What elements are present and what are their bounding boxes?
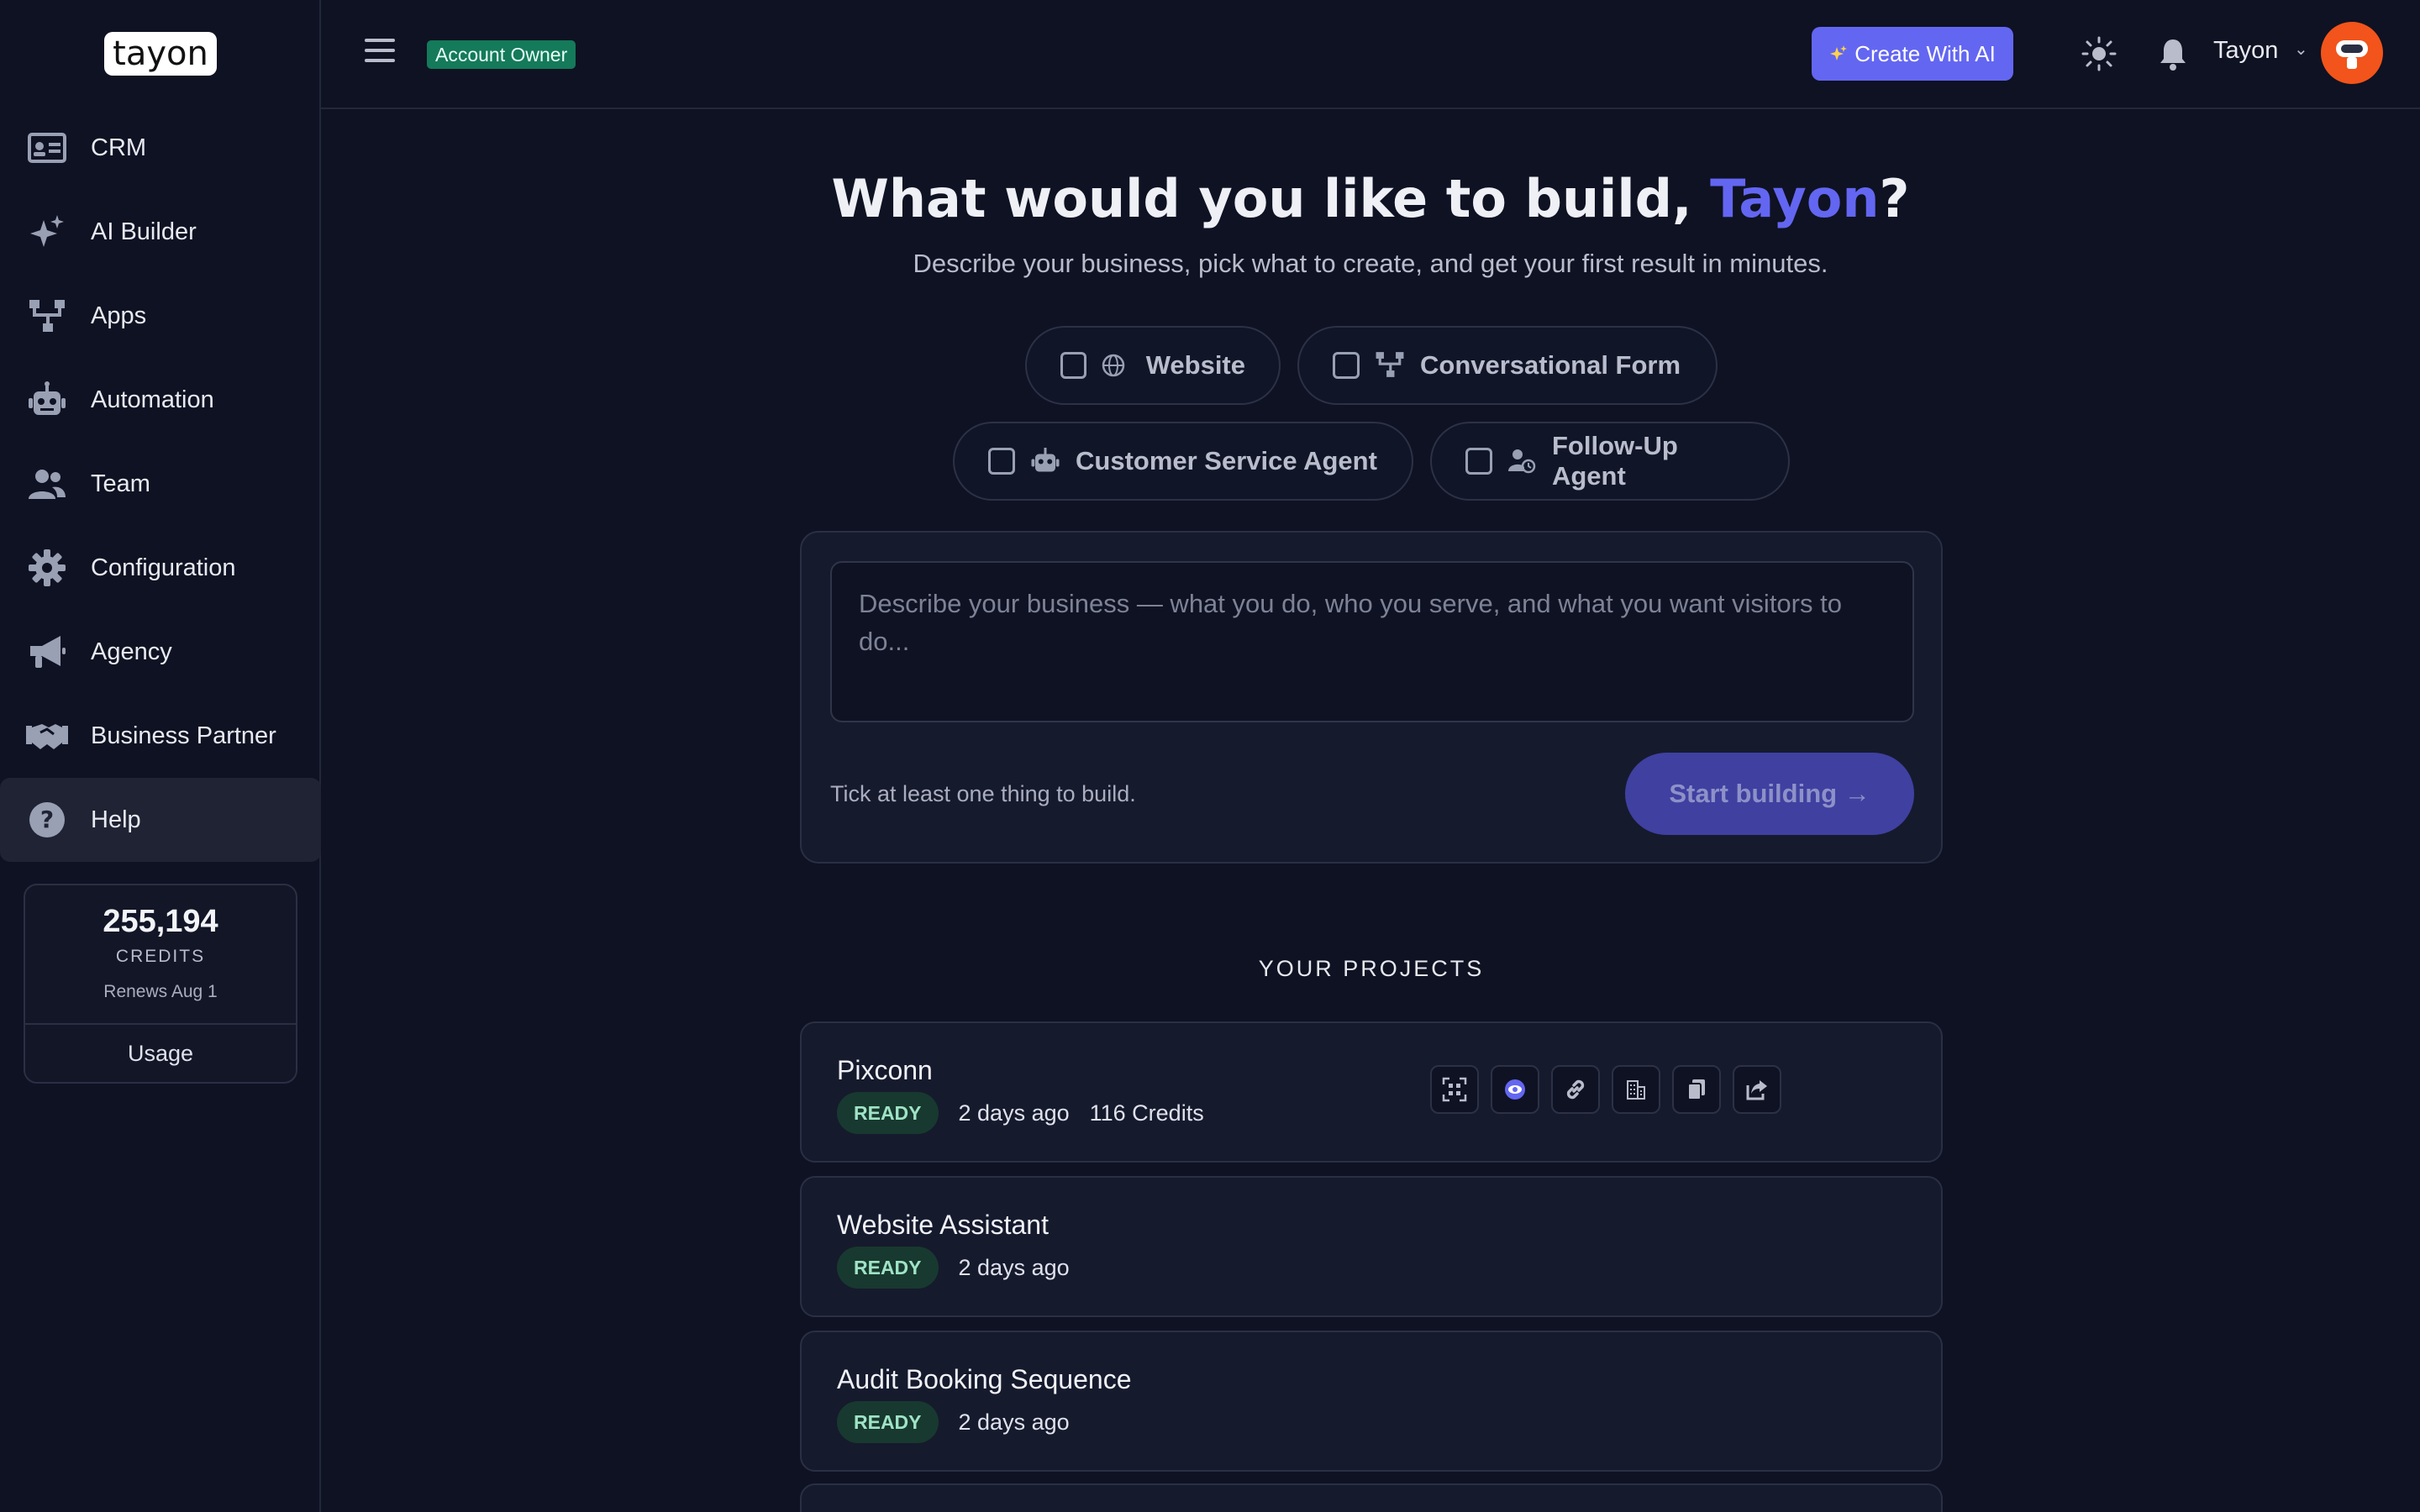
status-badge: READY <box>837 1092 939 1134</box>
sidebar-item-team[interactable]: Team <box>0 442 321 526</box>
role-badge: Account Owner <box>427 40 576 69</box>
project-updated: 2 days ago <box>958 1254 1070 1280</box>
credits-amount: 255,194 <box>103 904 218 939</box>
option-checkbox[interactable] <box>1465 448 1492 475</box>
user-menu-name[interactable]: Tayon <box>2213 37 2278 65</box>
notifications-bell-icon[interactable] <box>2154 35 2191 72</box>
project-card[interactable]: Pixconn READY 2 days ago 116 Credits <box>800 1021 1943 1163</box>
sidebar-item-label: Team <box>91 470 150 497</box>
page-subtitle: Describe your business, pick what to cre… <box>913 249 1828 278</box>
sidebar-item-label: Automation <box>91 386 214 413</box>
sitemap-icon <box>25 294 69 338</box>
sidebar-item-label: Business Partner <box>91 722 276 749</box>
id-card-icon <box>25 126 69 170</box>
status-badge: READY <box>837 1247 939 1289</box>
project-actions <box>1430 1065 1781 1114</box>
chevron-down-icon[interactable]: ⌄ <box>2294 39 2308 60</box>
credits-renewal: Renews Aug 1 <box>103 982 218 1001</box>
start-building-button[interactable]: Start building → <box>1625 753 1914 835</box>
user-clock-icon <box>1507 446 1537 476</box>
preview-eye-icon[interactable] <box>1491 1065 1539 1114</box>
robot-icon <box>1030 446 1060 476</box>
sidebar-item-automation[interactable]: Automation <box>0 358 321 442</box>
brand-logo[interactable]: tayon <box>104 32 217 76</box>
megaphone-icon <box>25 630 69 674</box>
page-title: What would you like to build, Tayon? <box>321 168 2420 229</box>
top-bar: Account Owner Create With AI Tayon ⌄ <box>321 0 2420 109</box>
qr-code-icon[interactable] <box>1430 1065 1479 1114</box>
building-icon[interactable] <box>1612 1065 1660 1114</box>
sidebar-item-label: AI Builder <box>91 218 197 245</box>
sidebar-item-business-partner[interactable]: Business Partner <box>0 694 321 778</box>
project-card[interactable] <box>800 1483 1943 1512</box>
option-label: Conversational Form <box>1420 350 1681 380</box>
prompt-card: Describe your business — what you do, wh… <box>800 531 1943 864</box>
status-badge: READY <box>837 1401 939 1443</box>
business-description-input[interactable]: Describe your business — what you do, wh… <box>830 561 1914 722</box>
usage-button[interactable]: Usage <box>25 1023 296 1082</box>
sidebar-item-ai-builder[interactable]: AI Builder <box>0 190 321 274</box>
option-label: Website <box>1145 350 1245 380</box>
credits-card: 255,194 CREDITS Renews Aug 1 Usage <box>24 884 297 1084</box>
sidebar-item-label: CRM <box>91 134 147 161</box>
option-customer-service-agent[interactable]: Customer Service Agent <box>953 422 1413 501</box>
globe-icon <box>1102 350 1131 381</box>
menu-toggle-icon[interactable] <box>365 39 398 67</box>
option-label: Follow-Up Agent <box>1551 431 1678 491</box>
gear-icon <box>25 546 69 590</box>
link-icon[interactable] <box>1551 1065 1600 1114</box>
title-prefix: What would you like to build, <box>831 168 1711 229</box>
title-suffix: ? <box>1879 168 1910 229</box>
sidebar: tayon CRM AI Builder Apps Automation Tea… <box>0 0 321 1512</box>
option-follow-up-agent[interactable]: Follow-Up Agent <box>1430 422 1790 501</box>
create-with-ai-button[interactable]: Create With AI <box>1812 27 2013 81</box>
handshake-icon <box>25 714 69 758</box>
credits-label: CREDITS <box>115 947 206 966</box>
option-conversational-form[interactable]: Conversational Form <box>1297 326 1718 405</box>
robot-icon <box>25 378 69 422</box>
project-updated: 2 days ago <box>958 1409 1070 1435</box>
option-checkbox[interactable] <box>988 448 1015 475</box>
project-meta: READY 2 days ago <box>837 1247 1070 1289</box>
option-website[interactable]: Website <box>1025 326 1281 405</box>
prompt-hint: Tick at least one thing to build. <box>830 781 1136 806</box>
sidebar-item-agency[interactable]: Agency <box>0 610 321 694</box>
title-user-name: Tayon <box>1710 168 1880 229</box>
option-checkbox[interactable] <box>1333 352 1360 379</box>
question-circle-icon: ? <box>25 798 69 842</box>
sparkles-icon <box>25 210 69 254</box>
create-with-ai-label: Create With AI <box>1854 40 1996 66</box>
copy-icon[interactable] <box>1672 1065 1721 1114</box>
sparkle-icon <box>1829 45 1848 63</box>
theme-toggle-sun-icon[interactable] <box>2081 35 2118 72</box>
users-icon <box>25 462 69 506</box>
project-name: Website Assistant <box>837 1210 1049 1240</box>
option-checkbox[interactable] <box>1060 352 1087 379</box>
sidebar-item-label: Configuration <box>91 554 236 581</box>
project-name: Pixconn <box>837 1055 933 1085</box>
project-card[interactable]: Website Assistant READY 2 days ago <box>800 1176 1943 1317</box>
project-credits: 116 Credits <box>1089 1100 1204 1126</box>
projects-section-title: YOUR PROJECTS <box>1258 956 1485 981</box>
sidebar-item-configuration[interactable]: Configuration <box>0 526 321 610</box>
sidebar-item-label: Apps <box>91 302 147 329</box>
svg-text:?: ? <box>40 806 54 833</box>
project-meta: READY 2 days ago <box>837 1401 1070 1443</box>
sitemap-icon <box>1375 350 1405 381</box>
sidebar-item-apps[interactable]: Apps <box>0 274 321 358</box>
avatar[interactable] <box>2321 22 2383 84</box>
sidebar-item-crm[interactable]: CRM <box>0 106 321 190</box>
share-icon[interactable] <box>1733 1065 1781 1114</box>
project-updated: 2 days ago <box>958 1100 1070 1126</box>
project-name: Audit Booking Sequence <box>837 1364 1132 1394</box>
sidebar-item-label: Help <box>91 806 141 833</box>
option-label: Customer Service Agent <box>1076 446 1377 475</box>
sidebar-item-help[interactable]: ? Help <box>0 778 321 862</box>
project-meta: READY 2 days ago 116 Credits <box>837 1092 1204 1134</box>
project-card[interactable]: Audit Booking Sequence READY 2 days ago <box>800 1331 1943 1472</box>
sidebar-item-label: Agency <box>91 638 172 665</box>
